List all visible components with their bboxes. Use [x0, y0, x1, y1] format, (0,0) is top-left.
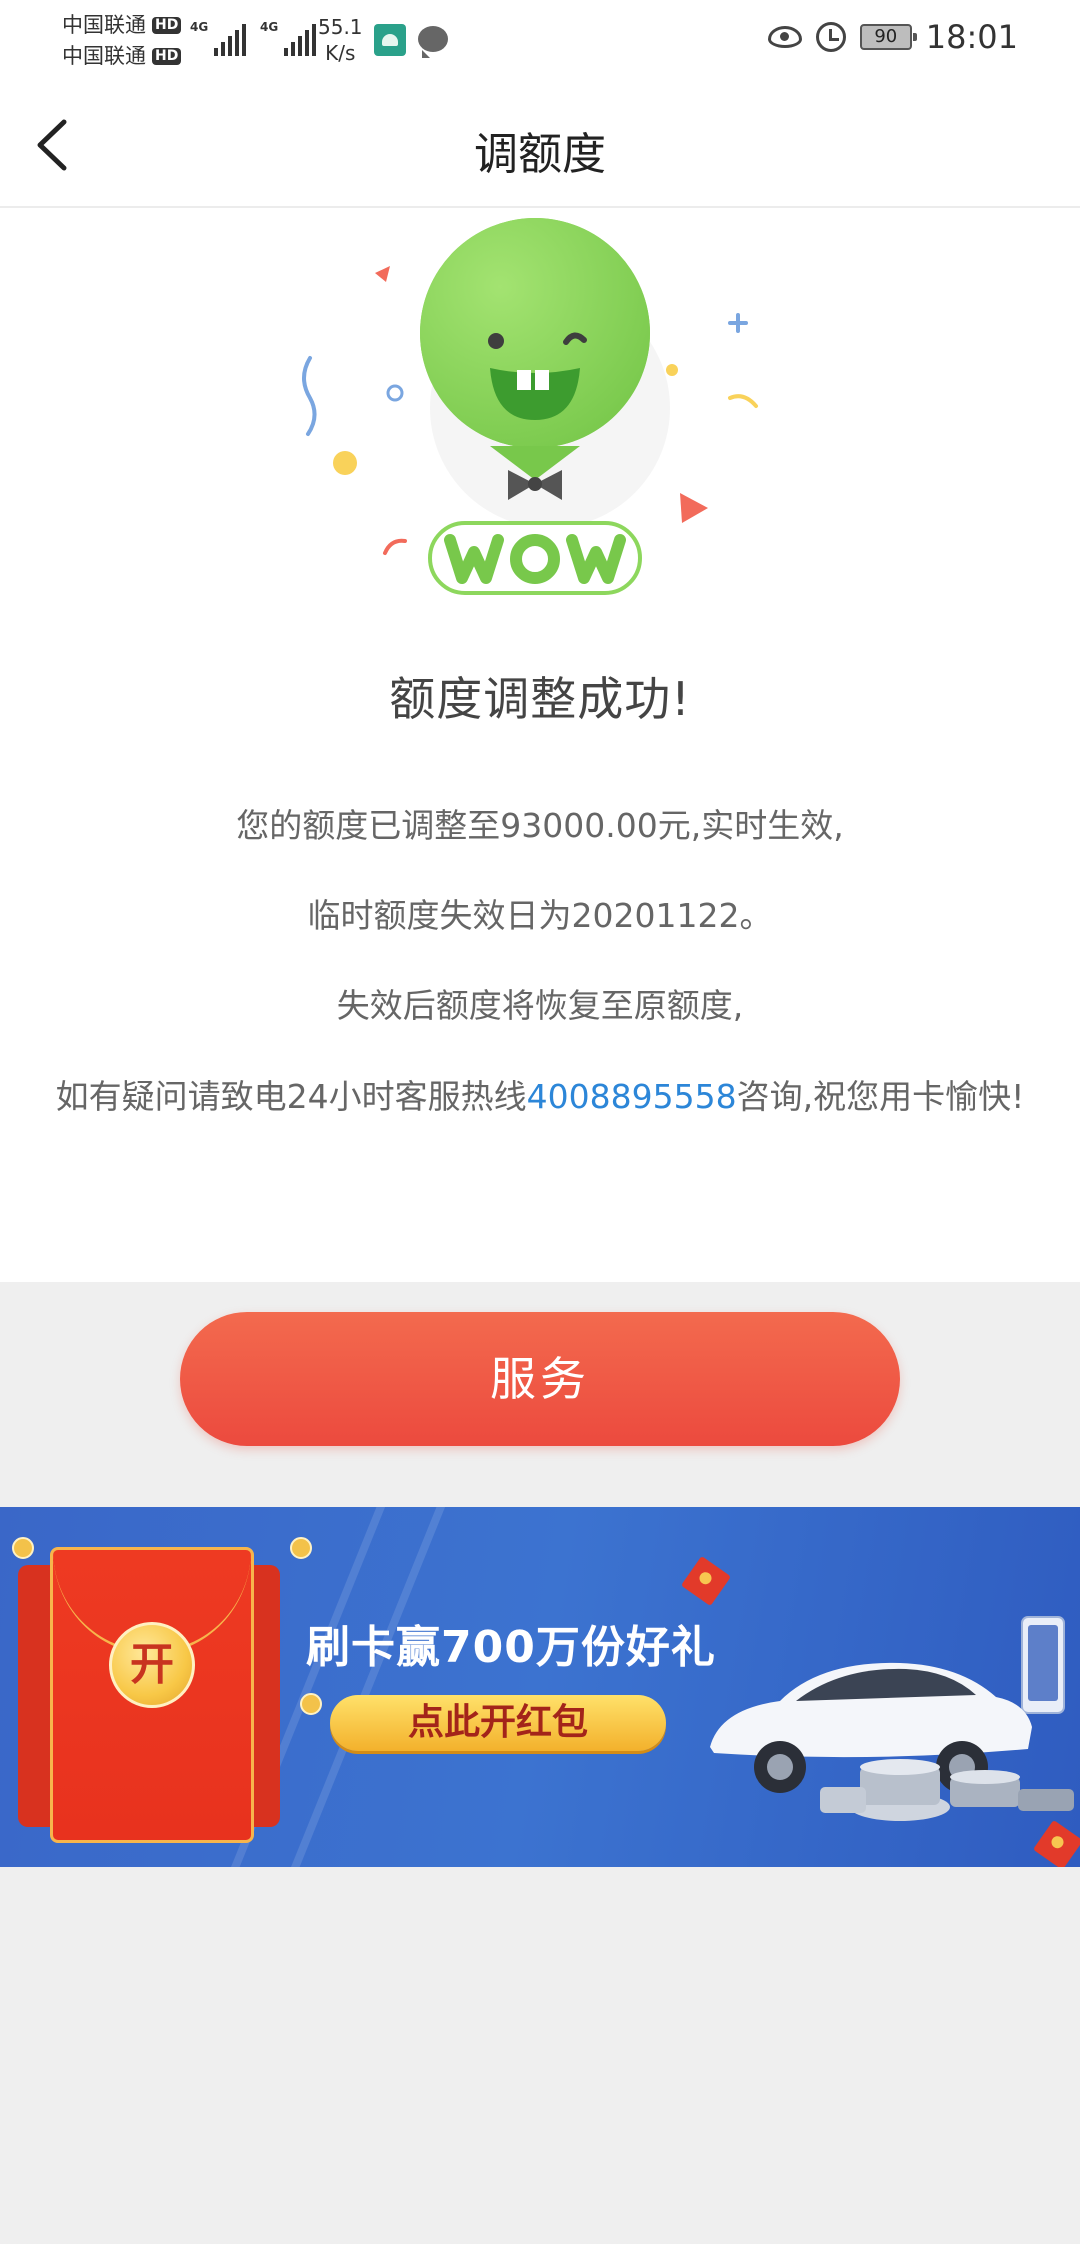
hd-badge-1: HD	[152, 17, 182, 34]
nav-header: 调额度	[0, 82, 1080, 208]
signal-strength-icon: 4G	[190, 18, 246, 56]
restore-message: 失效后额度将恢复至原额度,	[336, 986, 744, 1025]
message-icon	[418, 26, 448, 58]
signal-group: 4G 4G	[190, 18, 316, 56]
network-speed-value: 55.1	[318, 15, 363, 39]
promo-banner[interactable]: 开 刷卡赢700万份好礼 点此开红包	[0, 1507, 1080, 1867]
android-app-icon	[374, 24, 406, 56]
signal-strength-icon: 4G	[260, 18, 316, 56]
eye-comfort-icon	[767, 26, 802, 48]
hd-badge-2: HD	[152, 48, 182, 65]
coin-icon	[300, 1693, 322, 1715]
hotline-link[interactable]: 4008895558	[527, 1077, 737, 1116]
carrier-name-2: 中国联通	[62, 44, 146, 68]
contact-prefix: 如有疑问请致电24小时客服热线	[55, 1077, 527, 1116]
open-seal-icon: 开	[109, 1622, 195, 1708]
network-speed-unit: K/s	[325, 41, 356, 65]
network-type-1: 4G	[190, 20, 209, 34]
status-right: 90 18:01	[767, 18, 1018, 56]
alarm-icon	[815, 22, 846, 52]
status-bar: 中国联通 HD 中国联通 HD 4G 4G 55.1 K/s 90 18:01	[0, 0, 1080, 82]
open-red-envelope-button[interactable]: 点此开红包	[330, 1695, 666, 1751]
carrier-name-1: 中国联通	[62, 13, 146, 37]
coin-icon	[12, 1537, 34, 1559]
status-time: 18:01	[925, 18, 1018, 56]
page-title: 调额度	[474, 129, 606, 180]
coin-icon	[290, 1537, 312, 1559]
service-button[interactable]: 服务	[180, 1312, 900, 1446]
expiry-date-message: 临时额度失效日为20201122。	[307, 896, 773, 935]
wow-balloon-illustration	[302, 218, 758, 595]
network-type-2: 4G	[260, 20, 279, 34]
carrier-info: 中国联通 HD 中国联通 HD	[62, 10, 182, 72]
car-prize-image	[710, 1616, 1074, 1821]
banner-decoration	[274, 1507, 454, 1867]
result-card: 额度调整成功! 您的额度已调整至93000.00元,实时生效, 临时额度失效日为…	[0, 208, 1080, 1282]
contact-message: 如有疑问请致电24小时客服热线4008895558咨询,祝您用卡愉快!	[50, 1074, 1030, 1120]
success-title: 额度调整成功!	[389, 672, 691, 726]
banner-headline: 刷卡赢700万份好礼	[306, 1622, 716, 1673]
red-envelope-image: 开	[50, 1547, 254, 1843]
battery-icon: 90	[859, 24, 917, 50]
limit-adjusted-message: 您的额度已调整至93000.00元,实时生效,	[236, 806, 844, 845]
contact-suffix: 咨询,祝您用卡愉快!	[736, 1077, 1025, 1116]
network-speed: 55.1 K/s	[318, 14, 363, 66]
